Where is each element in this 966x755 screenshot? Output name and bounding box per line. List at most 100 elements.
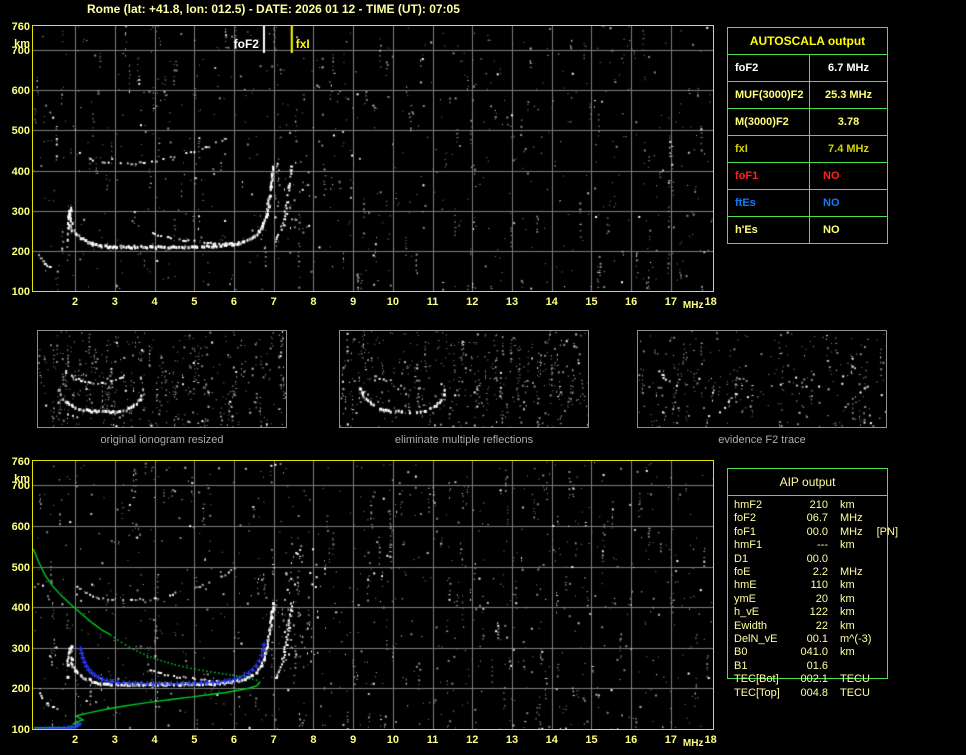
x-axis-tick: 11	[426, 296, 439, 308]
autoscala-table-rows: foF2 6.7 MHz MUF(3000)F2 25.3 MHz M(3000)F2 3…	[728, 55, 887, 243]
x-axis-tick: 16	[625, 734, 638, 746]
autoscala-row: h'Es NO	[728, 217, 887, 243]
x-axis-tick: 8	[310, 296, 317, 308]
aip-row: B1 01.6	[734, 660, 904, 673]
aip-row-label: B0	[734, 646, 748, 659]
autoscala-row-value: NO	[823, 197, 840, 209]
aip-row-value: 22	[815, 619, 828, 632]
autoscala-row-value: NO	[823, 224, 840, 236]
x-axis-tick: 13	[505, 296, 519, 308]
y-axis-tick: 600	[11, 520, 30, 533]
autoscala-row-label: fxI	[728, 136, 810, 162]
thumbnail-caption-eliminate: eliminate multiple reflections	[394, 434, 534, 446]
x-axis-tick: 14	[545, 296, 558, 308]
thumbnail-eliminate-canvas	[339, 330, 589, 428]
autoscala-row-value: 3.78	[837, 116, 860, 128]
y-axis-unit: km	[14, 38, 30, 50]
aip-row-label: D1	[734, 552, 749, 565]
x-axis-tick: 4	[151, 296, 158, 308]
aip-row-label: DelN_vE	[734, 633, 778, 646]
aip-row-unit	[828, 660, 840, 673]
aip-row-value: 041.0	[800, 646, 828, 659]
aip-row-unit: km	[840, 539, 855, 552]
x-axis-tick: 6	[230, 296, 238, 308]
autoscala-row-label: MUF(3000)F2	[728, 82, 810, 108]
page-title: Rome (lat: +41.8, lon: 012.5) - DATE: 20…	[87, 2, 460, 16]
aip-table-rows: hmF2 210 km foF2 06.7 MHz foF1 00.0 MHz [PN] hmF1 -…	[734, 499, 904, 700]
aip-row: ymE 20 km	[734, 593, 904, 606]
fof2-marker-label: foF2	[233, 37, 259, 51]
fxi-marker-label: fxI	[295, 37, 310, 51]
autoscala-row-label: M(3000)F2	[728, 109, 810, 135]
x-axis-tick: 14	[545, 734, 558, 746]
aip-row-unit: km	[840, 646, 855, 659]
autoscala-row-value: 6.7 MHz	[828, 62, 869, 74]
x-axis-tick: 5	[191, 296, 198, 308]
aip-row-value: 20	[815, 592, 828, 605]
x-axis-tick: 2	[72, 296, 79, 308]
aip-row-unit: m^(-3)	[840, 633, 872, 646]
x-axis-tick: 12	[466, 296, 479, 308]
aip-row-unit: km	[840, 499, 855, 511]
aip-row-value: 002.1	[800, 673, 828, 686]
y-axis-tick: 100	[11, 724, 30, 736]
aip-row-unit: km	[840, 592, 855, 605]
x-axis-tick: 17	[664, 734, 678, 746]
aip-row-label: TEC[Bot]	[734, 673, 779, 686]
aip-row: h_vE 122 km	[734, 606, 904, 619]
autoscala-row: M(3000)F2 3.78	[728, 109, 887, 136]
aip-row-value: 122	[809, 606, 828, 619]
aip-row-unit: TECU	[840, 673, 870, 686]
x-axis-tick: 4	[151, 734, 158, 746]
y-axis-tick: 400	[11, 602, 30, 615]
x-axis-tick: 12	[466, 734, 479, 746]
x-axis-unit: MHz	[682, 300, 704, 311]
x-axis-tick: 10	[386, 296, 399, 308]
thumbnail-caption-original: original ionogram resized	[100, 434, 224, 446]
aip-row-value: 00.0	[806, 552, 828, 565]
x-axis-tick: 15	[585, 734, 598, 746]
y-axis-tick: 760	[11, 21, 30, 33]
aip-row: hmE 110 km	[734, 579, 904, 592]
y-axis-tick: 760	[11, 456, 30, 468]
aip-row: TEC[Top] 004.8 TECU	[734, 687, 904, 700]
autoscala-row: foF2 6.7 MHz	[728, 55, 887, 82]
autoscala-table-header: AUTOSCALA output	[728, 28, 887, 55]
aip-row-label: h_vE	[734, 606, 760, 619]
autoscala-row-value: 25.3 MHz	[824, 89, 873, 101]
y-axis-unit: km	[14, 473, 30, 485]
aip-row-label: foE	[734, 566, 751, 579]
aip-row: hmF1 --- km	[734, 539, 904, 552]
y-axis-tick: 300	[11, 642, 30, 655]
y-axis-tick: 200	[11, 245, 30, 258]
autoscala-row-value: 7.4 MHz	[828, 143, 869, 155]
aip-row: foF1 00.0 MHz [PN]	[734, 526, 904, 539]
x-axis-tick: 9	[350, 296, 357, 308]
aip-row-value: 01.6	[806, 659, 828, 672]
aip-row-unit	[828, 553, 840, 566]
aip-row-label: foF1	[734, 525, 757, 538]
thumbnail-caption-evidence: evidence F2 trace	[718, 434, 806, 446]
aip-row-note: [PN]	[876, 525, 899, 538]
x-axis-tick: 3	[111, 734, 118, 746]
aip-row-label: Ewidth	[734, 619, 768, 632]
autoscala-row-value: NO	[823, 170, 840, 182]
aip-row-value: 00.1	[806, 633, 828, 646]
autoscala-row-label: ftEs	[728, 190, 810, 216]
y-axis-tick: 600	[11, 85, 30, 98]
bottom-ionogram-canvas	[32, 460, 714, 730]
x-axis-tick: 8	[310, 734, 317, 746]
top-ionogram-canvas	[32, 25, 714, 292]
aip-row-label: hmF1	[734, 539, 763, 552]
aip-row-value: 2.2	[812, 566, 828, 579]
x-axis-tick: 16	[625, 296, 638, 308]
aip-row: hmF2 210 km	[734, 499, 904, 512]
aip-row: TEC[Bot] 002.1 TECU	[734, 673, 904, 686]
y-axis-tick: 200	[11, 683, 30, 696]
x-axis-tick: 13	[505, 734, 519, 746]
autoscala-row: ftEs NO	[728, 190, 887, 217]
autoscala-table: AUTOSCALA output foF2 6.7 MHz MUF(3000)F2 2…	[727, 27, 888, 244]
autoscala-row-label: h'Es	[728, 217, 810, 243]
aip-row-unit: km	[840, 606, 855, 619]
aip-row-unit: MHz	[840, 566, 863, 579]
